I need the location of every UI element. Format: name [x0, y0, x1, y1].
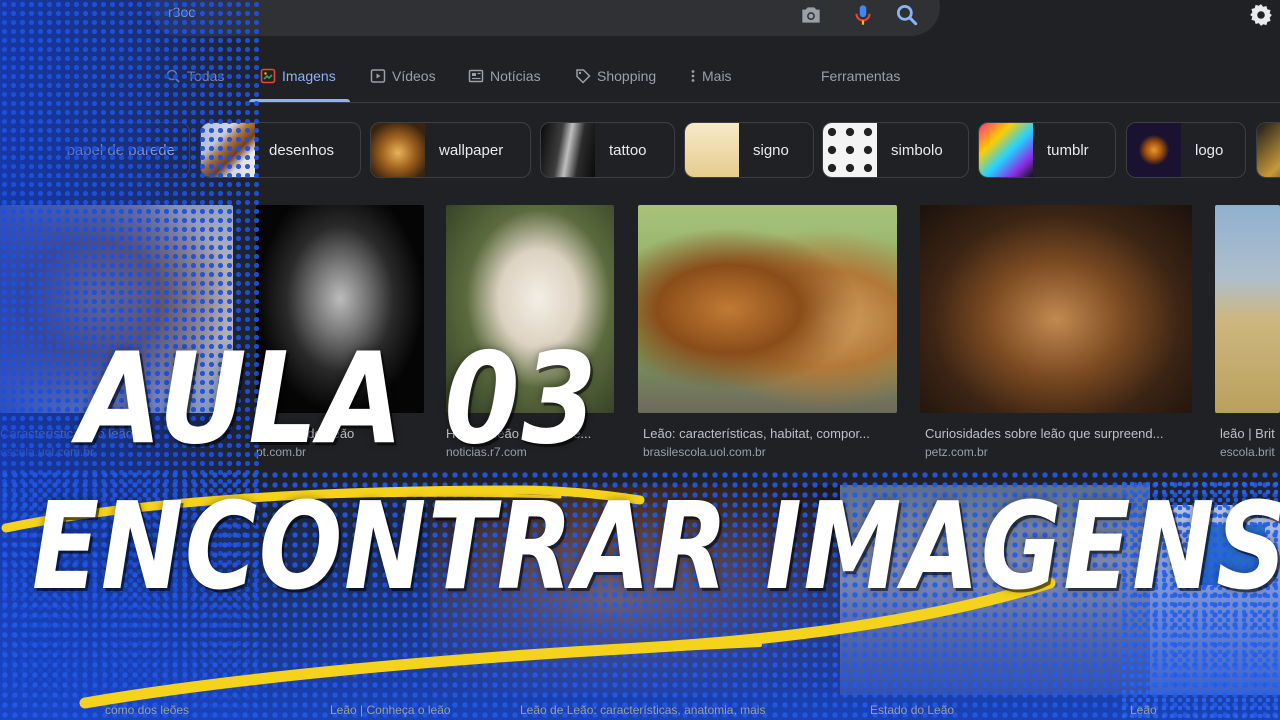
chip-tattoo[interactable]: tattoo: [540, 122, 675, 178]
tools-label: Ferramentas: [821, 68, 901, 84]
chip-wallpaper[interactable]: wallpaper: [370, 122, 531, 178]
result-caption[interactable]: Curiosidades sobre leão que surpreend...: [925, 426, 1187, 441]
result-caption: Leão de Leão: características, anatomia,…: [520, 703, 766, 717]
result-caption[interactable]: leão | Brit: [1220, 426, 1280, 441]
chip-desenhos[interactable]: desenhos: [200, 122, 361, 178]
chip-thumbnail: [541, 123, 595, 177]
settings-gear-icon[interactable]: [1248, 2, 1274, 28]
chip-label: wallpaper: [439, 141, 504, 159]
chip-label: papel de parede: [66, 141, 175, 159]
result-image[interactable]: [1215, 205, 1280, 413]
chip-label: simbolo: [891, 141, 943, 159]
chip-next[interactable]: [1256, 122, 1280, 178]
chip-thumbnail: [823, 123, 877, 177]
play-icon: [370, 69, 386, 83]
chip-thumbnail: [979, 123, 1033, 177]
tab-noticias[interactable]: Notícias: [468, 64, 541, 102]
chip-label: tumblr: [1047, 141, 1089, 159]
tab-imagens[interactable]: Imagens: [249, 64, 350, 102]
result-caption: como dos leões: [105, 703, 190, 717]
chip-signo[interactable]: signo: [684, 122, 814, 178]
result-source: petz.com.br: [925, 445, 988, 459]
result-caption: Leão: [1130, 703, 1157, 717]
result-source: brasilescola.uol.com.br: [643, 445, 766, 459]
search-icon: [166, 69, 180, 83]
tab-label: Notícias: [490, 68, 541, 84]
search-input[interactable]: r3oo: [168, 4, 196, 20]
newspaper-icon: [468, 69, 484, 83]
image-icon: [260, 68, 276, 84]
tab-label: Todas: [187, 68, 225, 84]
microphone-icon[interactable]: [850, 2, 876, 28]
result-caption: Leão | Conheça o leão: [330, 703, 451, 717]
chip-papel-de-parede[interactable]: papel de parede: [20, 122, 190, 178]
chip-tumblr[interactable]: tumblr: [978, 122, 1116, 178]
tab-shopping[interactable]: Shopping: [575, 64, 656, 102]
overlay-title-line1: AULA 03: [78, 325, 599, 472]
tab-todas[interactable]: Todas: [165, 64, 224, 102]
tabs-divider: [245, 102, 1280, 103]
search-icon[interactable]: [894, 2, 920, 28]
tools-button[interactable]: Ferramentas: [821, 64, 900, 102]
result-image[interactable]: [920, 205, 1192, 413]
overlay-title-line2: ENCONTRAR IMAGENS: [32, 478, 1280, 617]
chip-thumbnail: [1127, 123, 1181, 177]
chip-simbolo[interactable]: simbolo: [822, 122, 969, 178]
chip-logo[interactable]: logo: [1126, 122, 1246, 178]
tab-label: Mais: [702, 68, 732, 84]
chip-thumbnail: [1257, 123, 1280, 177]
result-caption: Estado do Leão: [870, 703, 955, 717]
tag-icon: [576, 69, 591, 84]
chip-thumbnail: [201, 123, 255, 177]
tab-label: Shopping: [597, 68, 657, 84]
chip-label: logo: [1195, 141, 1224, 159]
chip-thumbnail: [371, 123, 425, 177]
chip-label: desenhos: [269, 141, 335, 159]
result-source: escola.brit: [1220, 445, 1275, 459]
chip-label: signo: [753, 141, 789, 159]
chip-thumbnail: [685, 123, 739, 177]
tab-mais[interactable]: Mais: [690, 64, 732, 102]
search-bar[interactable]: r3oo: [150, 0, 940, 36]
result-image[interactable]: [638, 205, 897, 413]
chip-label: tattoo: [609, 141, 647, 159]
tab-label: Imagens: [282, 68, 336, 84]
tab-label: Vídeos: [392, 68, 436, 84]
more-vert-icon: [691, 70, 695, 82]
camera-icon[interactable]: [798, 2, 824, 28]
tab-videos[interactable]: Vídeos: [370, 64, 436, 102]
result-caption[interactable]: Leão: características, habitat, compor..…: [643, 426, 897, 441]
